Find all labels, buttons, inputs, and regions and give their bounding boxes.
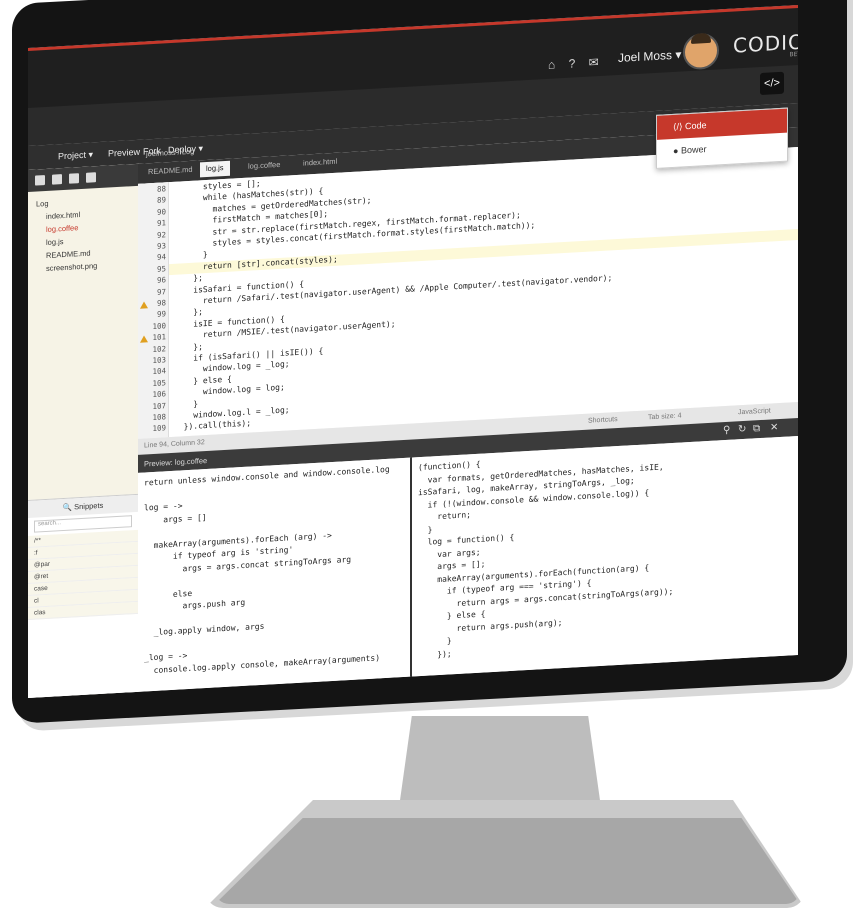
line-number: 105: [152, 378, 166, 388]
line-number: 88: [156, 184, 166, 194]
line-number: 107: [152, 400, 166, 411]
menu-project[interactable]: Project ▾: [58, 149, 93, 162]
line-number: 104: [152, 366, 166, 377]
new-file-icon[interactable]: [35, 175, 45, 186]
preview-code-line: args = []: [144, 512, 207, 526]
preview-code-line: makeArray(arguments).forEach (arg) ->: [144, 530, 332, 551]
line-number: 100: [152, 321, 166, 331]
close-icon[interactable]: ✕: [770, 422, 778, 433]
user-menu[interactable]: Joel Moss ▾: [618, 47, 681, 65]
file-tree: Log index.html log.coffee log.js README.…: [28, 186, 138, 276]
line-number: 101: [152, 332, 166, 343]
dropdown-code-label: Code: [685, 120, 707, 132]
home-icon[interactable]: ⌂: [548, 58, 555, 72]
top-icons: ⌂ ? ✉: [548, 55, 609, 72]
line-number: 97: [156, 286, 166, 297]
preview-code-line: args = [];: [418, 559, 486, 573]
code-line: }: [174, 399, 199, 410]
search-icon[interactable]: ⚲: [723, 425, 730, 436]
shortcuts-link[interactable]: Shortcuts: [588, 416, 618, 425]
logo-text: CODIO: [733, 29, 798, 58]
preview-code-line: var args;: [418, 547, 481, 560]
avatar[interactable]: [683, 32, 719, 71]
preview-code-line: } else {: [418, 609, 486, 623]
preview-code-line: _log = ->: [144, 651, 188, 663]
code-line: }).call(this);: [174, 418, 252, 433]
code-button[interactable]: </>: [760, 71, 784, 96]
code-editor[interactable]: 88 styles = []; 89 while (hasMatches(str)…: [138, 146, 798, 439]
line-number: 106: [152, 389, 166, 400]
snippets-panel: 🔍 Snippets search... /** :f @par @ret ca…: [28, 493, 138, 698]
line-number: 92: [156, 229, 166, 240]
tab-index-html[interactable]: index.html: [303, 157, 337, 168]
cursor-position: Line 94, Column 32: [144, 439, 205, 450]
preview-code-line: }: [418, 636, 452, 648]
code-line: };: [174, 341, 203, 353]
line-number: 90: [156, 207, 166, 217]
line-number: 108: [152, 412, 166, 423]
code-line: } else {: [174, 374, 232, 387]
line-number: 95: [156, 264, 166, 274]
line-number: 93: [156, 241, 166, 251]
code-dropdown: ⟨/⟩ Code ● Bower: [656, 107, 788, 169]
mail-icon[interactable]: ✉: [589, 55, 599, 70]
code-line: };: [174, 273, 203, 285]
refresh-icon[interactable]: ↻: [738, 424, 746, 435]
line-number: 96: [156, 275, 166, 285]
preview-code-line: args.push arg: [144, 597, 246, 613]
preview-code-line: log = function() {: [418, 532, 515, 548]
popout-icon[interactable]: ⧉: [753, 423, 760, 434]
snippets-title: 🔍 Snippets: [28, 494, 138, 518]
preview-code-line: (function() {: [418, 459, 481, 473]
help-icon[interactable]: ?: [569, 56, 576, 70]
tab-size[interactable]: Tab size: 4: [648, 412, 681, 421]
preview-code-line: }: [418, 524, 433, 535]
preview-output-panel[interactable]: (function() { var formats, getOrderedMat…: [412, 435, 798, 677]
preview-code-line: else: [144, 588, 193, 601]
preview-title: Preview: log.coffee: [144, 455, 208, 469]
line-number: 89: [156, 195, 166, 206]
language-mode[interactable]: JavaScript: [738, 407, 771, 416]
tab-readme[interactable]: README.md: [148, 165, 193, 176]
file-sidebar: Log index.html log.coffee log.js README.…: [28, 163, 139, 698]
tab-log-coffee[interactable]: log.coffee: [248, 160, 280, 171]
code-line: };: [174, 307, 203, 319]
screen: ⌂ ? ✉ Joel Moss ▾ CODIO BETA </> ⟨/⟩ Code…: [28, 4, 798, 698]
logo: CODIO BETA: [733, 30, 798, 62]
tab-log-js[interactable]: log.js: [200, 160, 230, 178]
preview-code-line: return;: [418, 510, 471, 523]
menu-preview[interactable]: Preview: [108, 147, 140, 159]
snippets-title-text: Snippets: [74, 500, 104, 512]
download-icon[interactable]: [86, 172, 96, 183]
line-number: 109: [152, 423, 166, 434]
upload-icon[interactable]: [69, 173, 79, 184]
user-name: Joel Moss: [618, 47, 673, 66]
line-number: 98: [156, 298, 166, 308]
line-number: 99: [156, 309, 166, 320]
monitor: ⌂ ? ✉ Joel Moss ▾ CODIO BETA </> ⟨/⟩ Code…: [0, 0, 862, 911]
preview-code-line: _log.apply window, args: [144, 621, 265, 638]
line-number: 94: [156, 252, 166, 263]
line-number: 103: [152, 355, 166, 366]
dropdown-bower-label: Bower: [680, 144, 707, 156]
code-line: }: [174, 250, 208, 262]
ide: Log index.html log.coffee log.js README.…: [28, 126, 798, 698]
preview-code-line: });: [418, 648, 452, 660]
new-folder-icon[interactable]: [52, 174, 62, 185]
preview-source-panel[interactable]: return unless window.console and window.…: [138, 457, 412, 692]
monitor-stand-base-shadow: [215, 818, 800, 904]
line-number: 91: [156, 218, 166, 228]
preview-code-line: log = ->: [144, 501, 183, 513]
line-number: 102: [152, 343, 166, 354]
